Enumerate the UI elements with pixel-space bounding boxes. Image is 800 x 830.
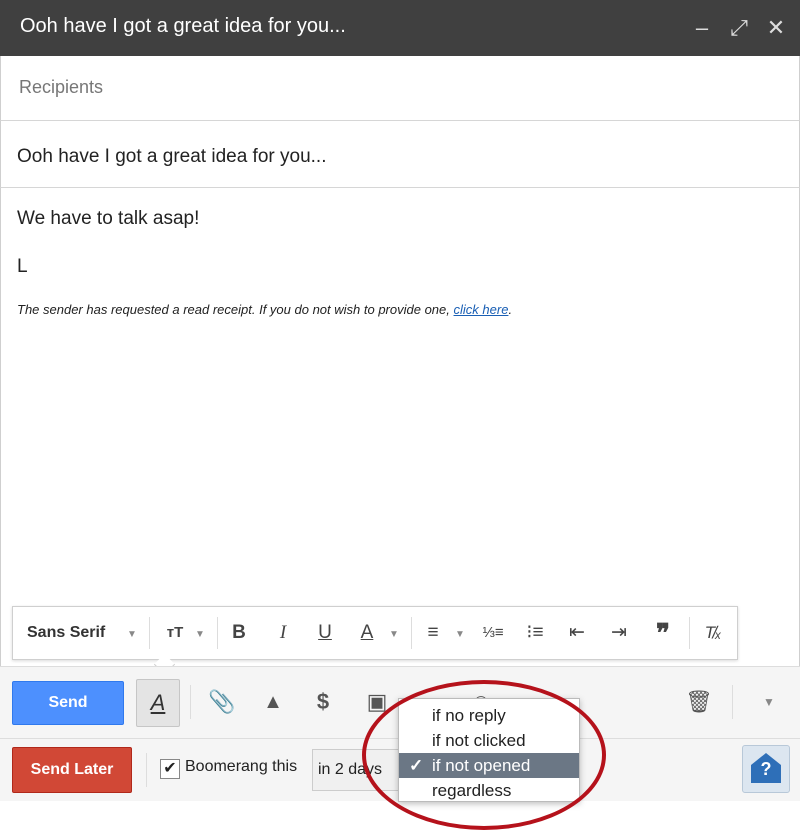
body-line: L (17, 256, 28, 277)
boomerang-checkbox[interactable]: ✔ (160, 759, 180, 779)
font-size-icon[interactable]: тT (161, 619, 189, 647)
close-icon[interactable]: ✕ (760, 12, 792, 44)
toolbar-divider (732, 685, 733, 719)
numbered-list-icon[interactable]: ⅓≡ (479, 619, 507, 647)
toolbar-divider (190, 685, 191, 719)
chevron-down-icon[interactable]: ▼ (195, 629, 205, 640)
condition-option[interactable]: regardless (399, 778, 579, 803)
compose-titlebar: Ooh have I got a great idea for you... –… (0, 0, 800, 56)
condition-option-selected[interactable]: ✓ if not opened (399, 753, 579, 778)
align-icon[interactable]: ≡ (419, 619, 447, 647)
boomerang-checkbox-label[interactable]: Boomerang this (185, 758, 297, 776)
window-title: Ooh have I got a great idea for you... (20, 15, 346, 37)
quote-icon[interactable]: ❞ (649, 619, 677, 647)
read-receipt-text: The sender has requested a read receipt.… (17, 302, 450, 317)
trash-icon[interactable]: 🗑 (684, 687, 714, 717)
bulleted-list-icon[interactable]: ⁝≡ (521, 619, 549, 647)
remove-formatting-icon[interactable]: T̸ₓ (699, 619, 727, 647)
chevron-down-icon[interactable]: ▼ (389, 629, 399, 640)
boomerang-delay-value: in 2 days (318, 761, 383, 778)
condition-option-label: if not clicked (432, 731, 526, 750)
attach-icon[interactable]: 📎 (207, 687, 237, 717)
formatting-toolbar: Sans Serif ▼ тT ▼ B I U A ▼ ≡ ▼ ⅓≡ ⁝≡ ⇤ … (12, 606, 738, 676)
toolbar-divider (149, 617, 150, 649)
recipients-row (0, 56, 800, 121)
minimize-icon[interactable]: – (686, 12, 718, 44)
drive-icon[interactable]: ▲ (258, 687, 288, 717)
message-body[interactable]: We have to talk asap! L The sender has r… (0, 188, 800, 666)
subject-row[interactable]: Ooh have I got a great idea for you... (0, 121, 800, 188)
read-receipt-end: . (508, 302, 513, 317)
body-line: We have to talk asap! (17, 208, 200, 229)
subject-input[interactable]: Ooh have I got a great idea for you... (17, 146, 326, 168)
indent-less-icon[interactable]: ⇤ (563, 619, 591, 647)
expand-icon[interactable]: ⤢ (723, 12, 755, 44)
chevron-down-icon[interactable]: ▼ (127, 629, 137, 640)
condition-option-label: regardless (432, 781, 512, 800)
boomerang-condition-dropdown: if no reply if not clicked ✓ if not open… (398, 698, 580, 802)
condition-option-label: if not opened (432, 756, 531, 775)
formatting-icon[interactable]: A (136, 679, 180, 727)
text-color-icon[interactable]: A (353, 619, 381, 647)
more-options-icon[interactable]: ▼ (754, 687, 784, 717)
underline-icon[interactable]: U (311, 619, 339, 647)
toolbar-divider (217, 617, 218, 649)
bold-icon[interactable]: B (225, 619, 253, 647)
condition-option[interactable]: if not clicked (399, 728, 579, 753)
font-family-select[interactable]: Sans Serif (27, 624, 105, 642)
toolbar-divider (689, 617, 690, 649)
condition-option-label: if no reply (432, 706, 506, 725)
money-icon[interactable]: $ (308, 687, 338, 717)
recipients-input[interactable] (17, 76, 781, 99)
chevron-down-icon[interactable]: ▼ (455, 629, 465, 640)
toolbar-divider (411, 617, 412, 649)
help-icon: ? (751, 753, 781, 783)
condition-option[interactable]: if no reply (399, 703, 579, 728)
checkmark-icon: ✓ (409, 756, 424, 775)
italic-icon[interactable]: I (269, 619, 297, 647)
read-receipt-notice: The sender has requested a read receipt.… (17, 302, 512, 317)
boomerang-delay-select[interactable]: in 2 days (312, 749, 408, 791)
boomerang-help-button[interactable]: ? (742, 745, 790, 793)
toolbar-divider (146, 753, 147, 787)
indent-more-icon[interactable]: ⇥ (605, 619, 633, 647)
read-receipt-link[interactable]: click here (454, 302, 509, 317)
send-button[interactable]: Send (12, 681, 124, 725)
send-later-button[interactable]: Send Later (12, 747, 132, 793)
photo-icon[interactable]: ▣ (362, 687, 392, 717)
